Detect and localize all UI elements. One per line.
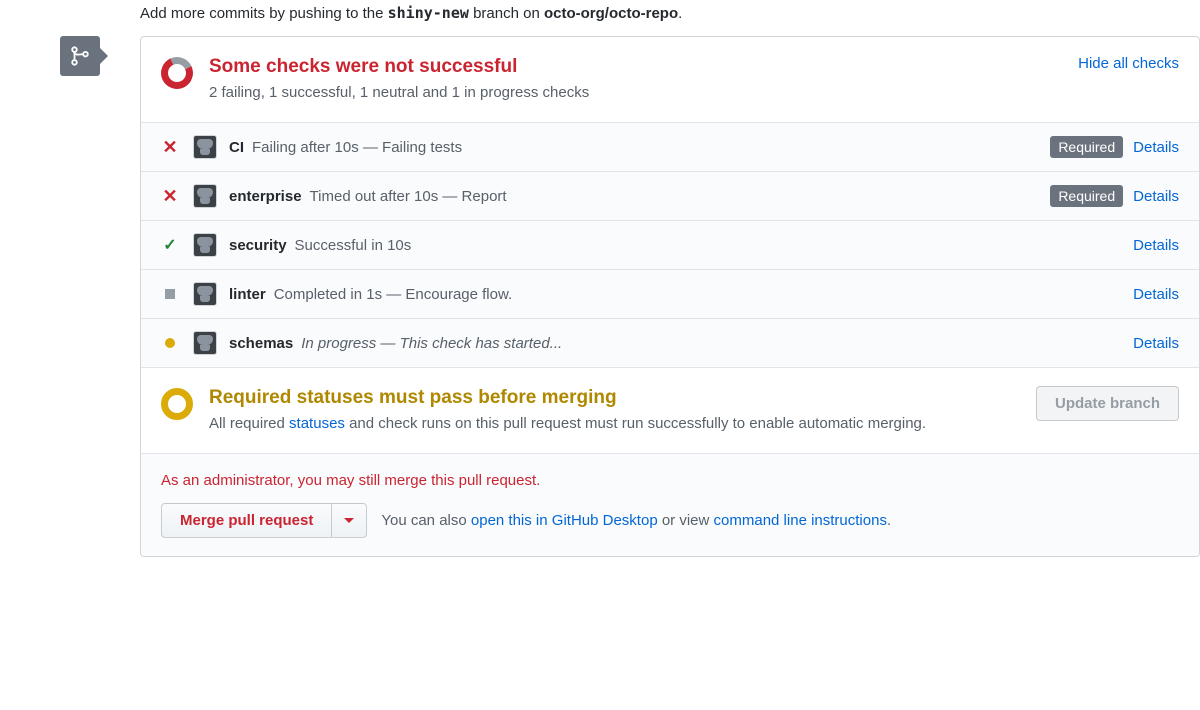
check-status-icon [161,289,179,299]
text: or view [658,512,714,529]
text: You can also [381,512,471,529]
text: and check runs on this pull request must… [345,415,926,432]
checks-subtitle: 2 failing, 1 successful, 1 neutral and 1… [209,82,1066,105]
check-details-link[interactable]: Details [1133,237,1179,254]
check-text: schemas In progress — This check has star… [229,335,1133,352]
check-row: ✓ security Successful in 10s Details [141,221,1199,270]
chevron-down-icon [344,518,354,523]
check-status-icon: ✕ [161,186,179,207]
text: . [887,512,891,529]
check-status-icon [161,338,179,348]
check-row: ✕ enterprise Timed out after 10s — Report R… [141,172,1199,221]
check-text: security Successful in 10s [229,237,1133,254]
merge-dropdown-button[interactable] [332,503,367,538]
check-detail: In progress — This check has started... [301,335,562,352]
check-app-avatar [193,135,217,159]
required-subtitle: All required statuses and check runs on … [209,413,1024,436]
hint-text: . [678,5,682,22]
required-badge: Required [1050,185,1123,207]
hint-text: branch on [469,5,544,22]
text: All required [209,415,289,432]
merge-section: As an administrator, you may still merge… [141,454,1199,556]
check-details-link[interactable]: Details [1133,139,1179,156]
check-detail: Failing after 10s — Failing tests [252,139,462,156]
check-name: schemas [229,335,293,352]
push-hint: Add more commits by pushing to the shiny… [60,0,1200,36]
required-status-section: Required statuses must pass before mergi… [141,368,1199,454]
admin-merge-notice: As an administrator, you may still merge… [161,472,1179,489]
statuses-link[interactable]: statuses [289,415,345,432]
dot-icon [165,338,175,348]
command-line-link[interactable]: command line instructions [714,512,887,529]
check-detail: Completed in 1s — Encourage flow. [274,286,512,303]
required-title: Required statuses must pass before mergi… [209,386,1024,411]
check-text: CI Failing after 10s — Failing tests [229,139,1050,156]
check-status-icon: ✓ [161,235,179,255]
status-donut-icon [156,52,197,93]
checks-title: Some checks were not successful [209,55,1066,80]
x-icon: ✕ [162,137,177,158]
check-details-link[interactable]: Details [1133,286,1179,303]
check-detail: Timed out after 10s — Report [310,188,507,205]
hint-text: Add more commits by pushing to the [140,5,388,22]
check-name: enterprise [229,188,302,205]
check-status-icon: ✕ [161,137,179,158]
square-icon [165,289,175,299]
check-text: enterprise Timed out after 10s — Report [229,188,1050,205]
checks-summary-section: Some checks were not successful 2 failin… [141,37,1199,123]
update-branch-button[interactable]: Update branch [1036,386,1179,421]
x-icon: ✕ [162,186,177,207]
check-detail: Successful in 10s [295,237,412,254]
check-name: CI [229,139,244,156]
hint-repo: octo-org/octo-repo [544,5,678,22]
check-details-link[interactable]: Details [1133,188,1179,205]
required-badge: Required [1050,136,1123,158]
check-row: schemas In progress — This check has star… [141,319,1199,368]
check-app-avatar [193,282,217,306]
status-donut-icon [161,388,193,420]
check-row: ✕ CI Failing after 10s — Failing tests Requ… [141,123,1199,172]
merge-pull-request-button[interactable]: Merge pull request [161,503,332,538]
check-row: linter Completed in 1s — Encourage flow. D… [141,270,1199,319]
check-app-avatar [193,184,217,208]
check-name: security [229,237,287,254]
git-merge-icon [60,36,100,76]
open-desktop-link[interactable]: open this in GitHub Desktop [471,512,658,529]
checks-list: ✕ CI Failing after 10s — Failing tests Requ… [141,123,1199,368]
hide-checks-link[interactable]: Hide all checks [1078,55,1179,72]
check-name: linter [229,286,266,303]
check-details-link[interactable]: Details [1133,335,1179,352]
hint-branch: shiny-new [388,4,469,22]
check-text: linter Completed in 1s — Encourage flow. [229,286,1133,303]
merge-also-text: You can also open this in GitHub Desktop… [381,512,891,529]
check-app-avatar [193,233,217,257]
check-app-avatar [193,331,217,355]
merge-panel: Some checks were not successful 2 failin… [140,36,1200,557]
merge-button-group: Merge pull request [161,503,367,538]
check-icon: ✓ [163,235,176,255]
